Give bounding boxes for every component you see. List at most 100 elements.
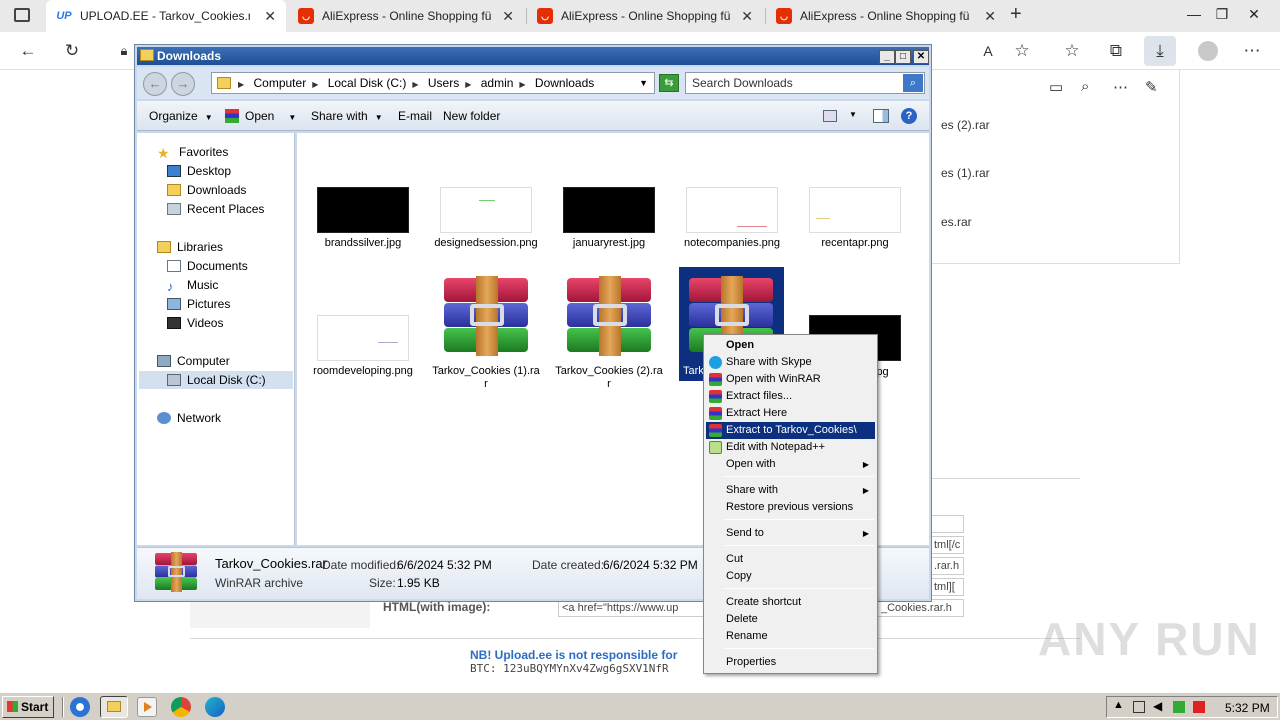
breadcrumb-users[interactable]: Users [428, 73, 459, 93]
back-icon[interactable]: ← [143, 72, 167, 96]
menu-rename[interactable]: Rename [706, 628, 875, 645]
tab-upload-ee[interactable]: UP UPLOAD.EE - Tarkov_Cookies.rar ✕ [46, 0, 286, 32]
close-button[interactable]: ✕ [913, 50, 929, 64]
network-tray-icon[interactable] [1133, 701, 1145, 713]
nav-libraries[interactable]: Libraries [157, 238, 223, 256]
nav-downloads[interactable]: Downloads [167, 181, 246, 199]
close-tab-icon[interactable]: ✕ [984, 8, 996, 25]
new-tab-button[interactable]: + [1010, 3, 1022, 26]
open-button[interactable]: Open ▼ [225, 109, 296, 123]
internet-explorer-icon[interactable] [70, 697, 90, 717]
download-item[interactable]: es (2).rar [941, 118, 990, 132]
more-icon[interactable]: ⋯ [1113, 78, 1128, 96]
read-aloud-icon[interactable]: A [976, 40, 1000, 62]
preview-pane-icon[interactable] [873, 109, 889, 123]
lock-icon[interactable]: 🔒︎ [112, 40, 136, 62]
menu-copy[interactable]: Copy [706, 568, 875, 585]
window-title-bar[interactable]: Downloads _ □ ✕ [137, 47, 929, 65]
menu-send-to[interactable]: Send to ▶ [706, 525, 875, 542]
menu-extract-here[interactable]: Extract Here [706, 405, 875, 422]
maximize-button[interactable]: □ [895, 50, 911, 64]
search-icon[interactable]: ⌕ [903, 74, 923, 92]
add-favorite-icon[interactable]: ☆ [1010, 40, 1034, 62]
pin-icon[interactable]: ✎ [1145, 78, 1158, 96]
menu-delete[interactable]: Delete [706, 611, 875, 628]
nav-recent-places[interactable]: Recent Places [167, 200, 264, 218]
nav-documents[interactable]: Documents [167, 257, 248, 275]
new-folder-button[interactable]: New folder [443, 109, 500, 123]
favorites-icon[interactable]: ☆ [1060, 40, 1084, 62]
alert-tray-icon[interactable] [1193, 701, 1205, 713]
nav-local-disk[interactable]: Local Disk (C:) [139, 371, 293, 389]
explorer-taskbar-button[interactable] [100, 696, 128, 718]
close-tab-icon[interactable]: ✕ [741, 8, 753, 25]
help-icon[interactable]: ? [901, 108, 917, 124]
download-item[interactable]: es.rar [941, 215, 972, 229]
breadcrumb-local-disk[interactable]: Local Disk (C:) [328, 73, 407, 93]
nav-network[interactable]: Network [157, 409, 221, 427]
menu-extract-to[interactable]: Extract to Tarkov_Cookies\ [706, 422, 875, 439]
volume-icon[interactable]: ◀ [1153, 699, 1162, 713]
nav-computer[interactable]: Computer [157, 352, 230, 370]
tab-aliexpress-2[interactable]: ◡ AliExpress - Online Shopping für ✕ [527, 0, 763, 32]
menu-open[interactable]: Open [706, 337, 875, 354]
menu-create-shortcut[interactable]: Create shortcut [706, 594, 875, 611]
nav-videos[interactable]: Videos [167, 314, 223, 332]
more-options-icon[interactable]: ⋯ [1240, 40, 1264, 62]
breadcrumb-computer[interactable]: Computer [254, 73, 307, 93]
chrome-icon[interactable] [171, 697, 191, 717]
forward-icon[interactable]: → [171, 72, 195, 96]
menu-extract-files[interactable]: Extract files... [706, 388, 875, 405]
breadcrumb-downloads[interactable]: Downloads [535, 73, 594, 93]
menu-edit-notepad[interactable]: Edit with Notepad++ [706, 439, 875, 456]
close-window-button[interactable]: ✕ [1240, 0, 1268, 30]
chevron-down-icon[interactable]: ▼ [849, 110, 857, 119]
organize-button[interactable]: Organize ▼ [149, 109, 213, 123]
nav-music[interactable]: ♪ Music [167, 276, 218, 294]
security-tray-icon[interactable] [1173, 701, 1185, 713]
minimize-window-button[interactable]: — [1180, 0, 1208, 30]
start-button[interactable]: Start [2, 696, 54, 718]
nav-pictures[interactable]: Pictures [167, 295, 230, 313]
menu-open-winrar[interactable]: Open with WinRAR [706, 371, 875, 388]
share-with-button[interactable]: Share with ▼ [311, 109, 383, 123]
media-player-icon[interactable] [137, 697, 157, 717]
email-button[interactable]: E-mail [398, 109, 432, 123]
minimize-button[interactable]: _ [879, 50, 895, 64]
menu-share-skype[interactable]: Share with Skype [706, 354, 875, 371]
nav-favorites[interactable]: ★ Favorites [157, 143, 228, 161]
view-icon[interactable] [823, 110, 837, 122]
open-folder-icon[interactable]: ▭ [1049, 78, 1063, 96]
collections-icon[interactable]: ⧉ [1104, 40, 1128, 62]
tab-aliexpress-3[interactable]: ◡ AliExpress - Online Shopping für ✕ [766, 0, 1006, 32]
restore-window-button[interactable]: ❐ [1208, 0, 1236, 30]
search-input[interactable]: Search Downloads ⌕ [685, 72, 925, 94]
close-tab-icon[interactable]: ✕ [264, 8, 276, 25]
search-icon[interactable]: ⌕ [1081, 78, 1089, 95]
close-tab-icon[interactable]: ✕ [502, 8, 514, 25]
menu-restore-versions[interactable]: Restore previous versions [706, 499, 875, 516]
download-item[interactable]: es (1).rar [941, 166, 990, 180]
address-bar[interactable]: ▶ Computer ▶ Local Disk (C:) ▶ Users ▶ admi… [211, 72, 655, 94]
refresh-icon[interactable]: ⇆ [659, 74, 679, 92]
show-hidden-icons-icon[interactable]: ▲ [1113, 699, 1124, 711]
refresh-icon[interactable]: ↻ [60, 40, 84, 62]
menu-cut[interactable]: Cut [706, 551, 875, 568]
breadcrumb-admin[interactable]: admin [481, 73, 514, 93]
nav-desktop[interactable]: Desktop [167, 162, 231, 180]
page-field[interactable]: .rar.h [930, 557, 964, 575]
menu-share-with[interactable]: Share with ▶ [706, 482, 875, 499]
page-field[interactable] [930, 515, 964, 533]
chevron-down-icon[interactable]: ▼ [639, 73, 648, 93]
clock[interactable]: 5:32 PM [1225, 701, 1270, 715]
back-icon[interactable]: ← [16, 40, 40, 62]
tab-aliexpress-1[interactable]: ◡ AliExpress - Online Shopping für ✕ [288, 0, 524, 32]
menu-properties[interactable]: Properties [706, 654, 875, 671]
edge-icon[interactable] [205, 697, 225, 717]
tab-actions-icon[interactable] [14, 8, 30, 22]
page-field[interactable]: tml[/c [930, 536, 964, 554]
profile-avatar-icon[interactable] [1198, 41, 1218, 61]
menu-open-with[interactable]: Open with ▶ [706, 456, 875, 473]
downloads-icon[interactable]: ⤓ [1144, 36, 1176, 66]
page-field[interactable]: tml][ [930, 578, 964, 596]
